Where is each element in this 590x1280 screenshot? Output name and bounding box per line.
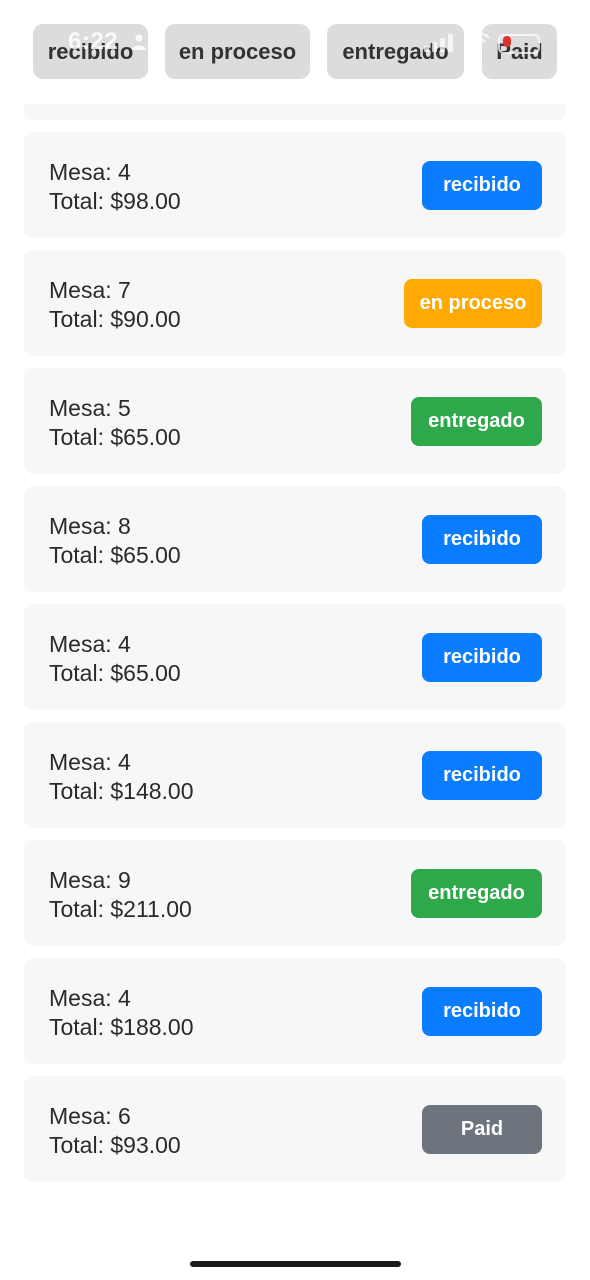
order-info: Mesa: 5 Total: $65.00 xyxy=(49,394,181,452)
order-total: Total: $65.00 xyxy=(49,542,181,568)
filter-entregado-button[interactable]: entregado xyxy=(327,24,464,79)
order-status-button[interactable]: recibido xyxy=(422,161,542,210)
order-status-button[interactable]: recibido xyxy=(422,515,542,564)
order-info: Mesa: 4 Total: $98.00 xyxy=(49,158,181,216)
order-info: Mesa: 9 Total: $211.00 xyxy=(49,866,192,924)
status-filter-bar: recibido en proceso entregado Paid xyxy=(0,0,590,104)
order-status-button[interactable]: Paid xyxy=(422,1105,542,1154)
order-card[interactable]: Mesa: 4 Total: $98.00 recibido xyxy=(24,132,566,238)
order-mesa: Mesa: 5 xyxy=(49,395,131,421)
order-card[interactable]: Mesa: 7 Total: $90.00 en proceso xyxy=(24,250,566,356)
order-total: Total: $188.00 xyxy=(49,1014,194,1040)
order-status-button[interactable]: recibido xyxy=(422,751,542,800)
filter-paid-button[interactable]: Paid xyxy=(482,24,557,79)
order-mesa: Mesa: 4 xyxy=(49,749,131,775)
order-card[interactable]: Mesa: 8 Total: $65.00 recibido xyxy=(24,486,566,592)
order-status-button[interactable]: recibido xyxy=(422,633,542,682)
order-status-button[interactable]: entregado xyxy=(411,869,542,918)
order-card[interactable]: Mesa: 5 Total: $65.00 entregado xyxy=(24,368,566,474)
order-total: Total: $65.00 xyxy=(49,660,181,686)
order-total: Total: $148.00 xyxy=(49,778,194,804)
order-mesa: Mesa: 6 xyxy=(49,1103,131,1129)
filter-en-proceso-button[interactable]: en proceso xyxy=(165,24,310,79)
home-indicator[interactable] xyxy=(190,1261,401,1267)
order-info: Mesa: 4 Total: $65.00 xyxy=(49,630,181,688)
order-total: Total: $90.00 xyxy=(49,306,181,332)
order-mesa: Mesa: 4 xyxy=(49,985,131,1011)
order-info: Mesa: 4 Total: $188.00 xyxy=(49,984,194,1042)
order-info: Mesa: 8 Total: $65.00 xyxy=(49,512,181,570)
order-card[interactable]: Mesa: 4 Total: $188.00 recibido xyxy=(24,958,566,1064)
order-status-button[interactable]: en proceso xyxy=(404,279,542,328)
order-mesa: Mesa: 7 xyxy=(49,277,131,303)
order-total: Total: $98.00 xyxy=(49,188,181,214)
order-total: Total: $211.00 xyxy=(49,896,192,922)
order-total: Total: $93.00 xyxy=(49,1132,181,1158)
order-status-button[interactable]: entregado xyxy=(411,397,542,446)
order-mesa: Mesa: 4 xyxy=(49,631,131,657)
order-total: Total: $65.00 xyxy=(49,424,181,450)
order-status-button[interactable]: recibido xyxy=(422,987,542,1036)
order-card[interactable]: Mesa: 9 Total: $211.00 entregado xyxy=(24,840,566,946)
order-info: Mesa: 7 Total: $90.00 xyxy=(49,276,181,334)
order-card[interactable]: Mesa: 6 Total: $93.00 Paid xyxy=(24,1076,566,1182)
order-mesa: Mesa: 8 xyxy=(49,513,131,539)
order-card[interactable]: Mesa: 4 Total: $65.00 recibido xyxy=(24,604,566,710)
order-info: Mesa: 6 Total: $93.00 xyxy=(49,1102,181,1160)
filter-recibido-button[interactable]: recibido xyxy=(33,24,148,79)
order-mesa: Mesa: 4 xyxy=(49,159,131,185)
order-info: Mesa: 4 Total: $148.00 xyxy=(49,748,194,806)
order-card[interactable]: Mesa: 4 Total: $148.00 recibido xyxy=(24,722,566,828)
order-mesa: Mesa: 9 xyxy=(49,867,131,893)
